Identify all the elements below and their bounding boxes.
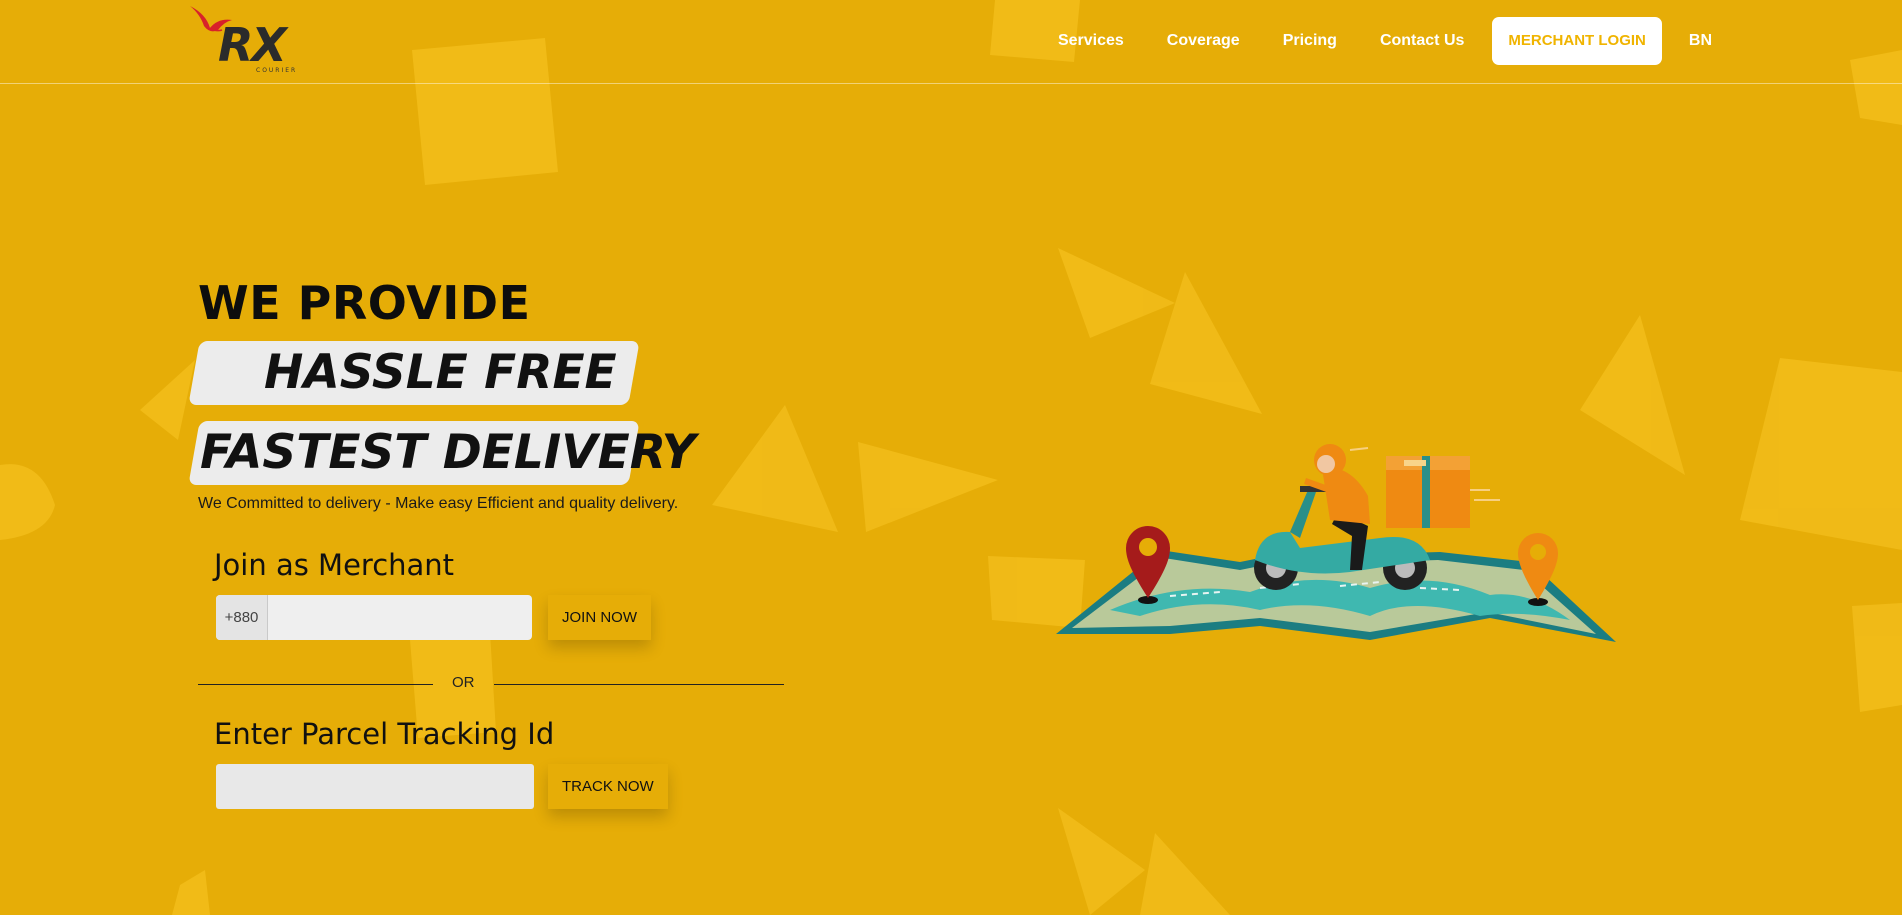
phone-input[interactable] <box>268 595 532 640</box>
language-toggle[interactable]: BN <box>1689 32 1712 50</box>
tracking-id-input[interactable] <box>216 764 534 809</box>
phone-input-group: +880 <box>216 595 532 640</box>
nav-services[interactable]: Services <box>1058 32 1124 50</box>
hero-section: WE PROVIDE HASSLE FREE FASTEST DELIVERY … <box>188 275 838 512</box>
delivery-scooter-map-illustration <box>1050 420 1630 660</box>
logo-wordmark: RX <box>218 22 287 68</box>
divider-left <box>198 684 433 685</box>
brand-logo[interactable]: RX COURIER <box>188 4 324 78</box>
logo-subtitle: COURIER <box>256 67 298 74</box>
join-now-button[interactable]: JOIN NOW <box>548 595 651 640</box>
hero-heading: WE PROVIDE <box>198 276 531 330</box>
hero-highlight-2: FASTEST DELIVERY <box>200 425 696 480</box>
tracking-title: Enter Parcel Tracking Id <box>214 717 555 751</box>
nav-pricing[interactable]: Pricing <box>1283 32 1337 50</box>
logo-text: RX <box>218 18 287 72</box>
track-now-button[interactable]: TRACK NOW <box>548 764 668 809</box>
merchant-login-button[interactable]: MERCHANT LOGIN <box>1492 17 1662 65</box>
divider-right <box>494 684 784 685</box>
nav-contact-us[interactable]: Contact Us <box>1380 32 1464 50</box>
divider-or: OR <box>452 674 475 691</box>
merchant-title: Join as Merchant <box>214 548 455 582</box>
hero-highlight-1: HASSLE FREE <box>264 345 617 400</box>
hero-tagline: We Committed to delivery - Make easy Eff… <box>198 495 679 512</box>
main-nav: Services Coverage Pricing Contact Us MER… <box>1058 17 1712 65</box>
site-header: RX COURIER Services Coverage Pricing Con… <box>0 0 1902 84</box>
phone-prefix: +880 <box>216 595 268 640</box>
nav-coverage[interactable]: Coverage <box>1167 32 1240 50</box>
